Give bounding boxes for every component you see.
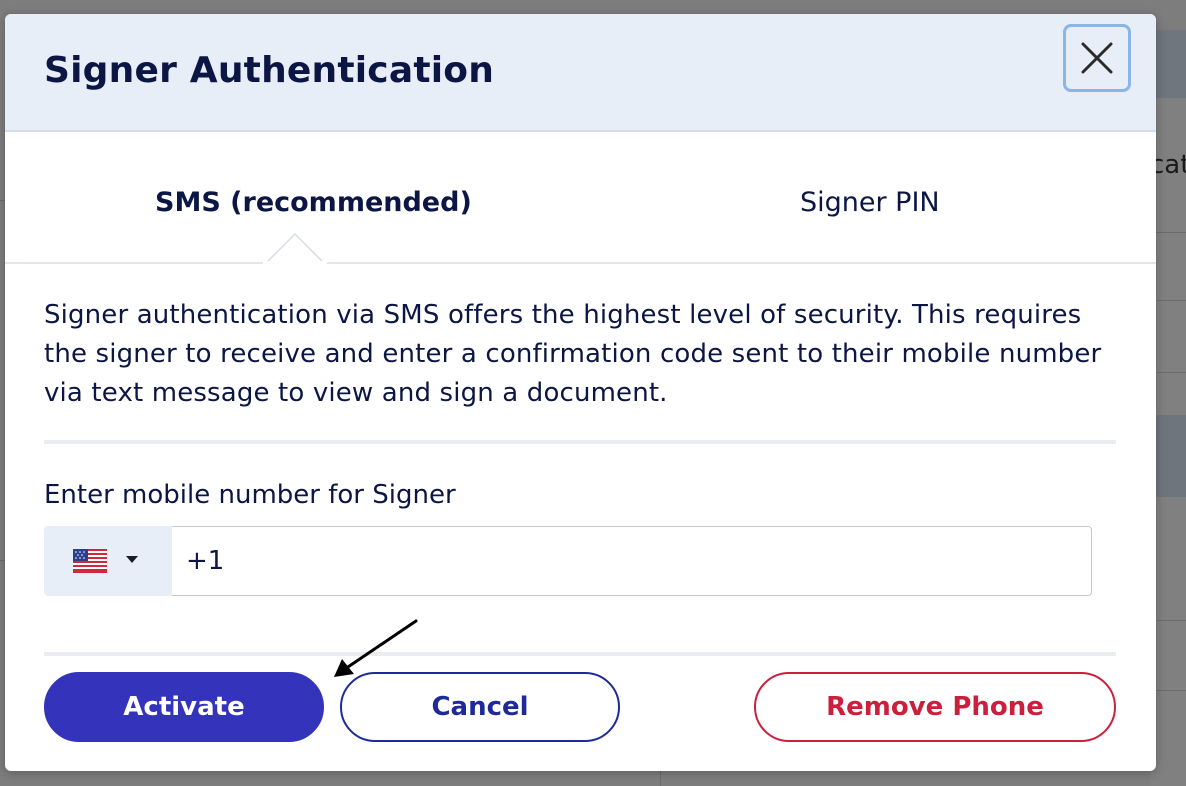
phone-number-input[interactable] bbox=[172, 526, 1092, 596]
active-tab-indicator bbox=[263, 232, 327, 264]
phone-field-label: Enter mobile number for Signer bbox=[44, 480, 456, 510]
dialog-title: Signer Authentication bbox=[44, 50, 495, 91]
tab-sms[interactable]: SMS (recommended) bbox=[155, 187, 472, 218]
dialog-header: Signer Authentication bbox=[5, 14, 1156, 132]
section-divider bbox=[44, 440, 1116, 444]
caret-down-icon bbox=[126, 556, 138, 563]
phone-number-group bbox=[44, 526, 1092, 596]
close-icon bbox=[1081, 42, 1113, 74]
country-code-dropdown[interactable] bbox=[44, 526, 172, 596]
cancel-button[interactable]: Cancel bbox=[340, 672, 620, 742]
background-divider bbox=[660, 770, 661, 786]
signer-authentication-dialog: Signer Authentication SMS (recommended) … bbox=[5, 14, 1156, 771]
us-flag-icon bbox=[73, 549, 107, 573]
auth-method-tabs: SMS (recommended) Signer PIN bbox=[5, 132, 1156, 264]
section-divider bbox=[44, 652, 1116, 656]
sms-description: Signer authentication via SMS offers the… bbox=[44, 300, 1102, 408]
activate-button[interactable]: Activate bbox=[44, 672, 324, 742]
close-button[interactable] bbox=[1063, 24, 1131, 92]
remove-phone-button[interactable]: Remove Phone bbox=[754, 672, 1116, 742]
tab-signer-pin[interactable]: Signer PIN bbox=[800, 187, 940, 218]
annotation-arrow-icon bbox=[334, 619, 418, 677]
